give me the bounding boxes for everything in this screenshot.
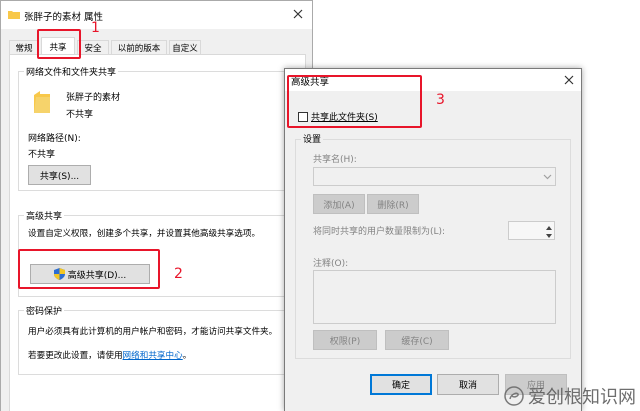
password-group bbox=[18, 310, 297, 375]
spinner-down-icon[interactable] bbox=[545, 232, 553, 238]
add-button[interactable]: 添加(A) bbox=[313, 194, 365, 214]
ok-button[interactable]: 确定 bbox=[370, 374, 432, 395]
password-change-prefix: 若要更改此设置，请使用 bbox=[28, 351, 123, 361]
tab-previous-versions[interactable]: 以前的版本 bbox=[111, 40, 167, 55]
folder-name: 张胖子的素材 bbox=[66, 93, 121, 103]
chevron-down-icon bbox=[543, 172, 552, 181]
watermark: 爱创根知识网 bbox=[504, 383, 636, 409]
network-path-value: 不共享 bbox=[28, 150, 56, 160]
cancel-button[interactable]: 取消 bbox=[437, 374, 499, 395]
annotation-box-2 bbox=[18, 249, 160, 289]
network-path-label: 网络路径(N): bbox=[28, 134, 81, 144]
annotation-box-1 bbox=[37, 29, 81, 59]
advanced-share-group-title: 高级共享 bbox=[24, 209, 65, 222]
sharing-panel: 网络文件和文件夹共享 张胖子的素材 不共享 网络路径(N): 不共享 共享(S)… bbox=[9, 54, 306, 411]
tab-customize[interactable]: 自定义 bbox=[169, 40, 201, 55]
password-change-text: 若要更改此设置，请使用网络和共享中心。 bbox=[28, 349, 191, 361]
comment-textarea[interactable] bbox=[313, 270, 556, 324]
user-limit-label: 将同时共享的用户数量限制为(L): bbox=[313, 227, 446, 237]
annotation-number-1: 1 bbox=[91, 20, 100, 36]
tab-general[interactable]: 常规 bbox=[9, 40, 39, 55]
properties-window: 张胖子的素材 属性 常规 共享 安全 以前的版本 自定义 网络文件和文件夹共享 … bbox=[0, 0, 313, 411]
password-group-title: 密码保护 bbox=[24, 304, 65, 317]
annotation-number-3: 3 bbox=[436, 92, 445, 108]
share-name-label: 共享名(H): bbox=[313, 155, 357, 165]
watermark-logo-icon bbox=[504, 386, 524, 406]
shared-folder-icon bbox=[34, 91, 50, 113]
tab-security[interactable]: 安全 bbox=[77, 40, 109, 55]
share-button[interactable]: 共享(S)... bbox=[28, 165, 91, 185]
network-share-group-title: 网络文件和文件夹共享 bbox=[24, 65, 119, 78]
comment-label: 注释(O): bbox=[313, 259, 349, 269]
settings-group-title: 设置 bbox=[301, 132, 324, 145]
folder-share-status: 不共享 bbox=[66, 110, 94, 120]
remove-button[interactable]: 删除(R) bbox=[367, 194, 419, 214]
folder-icon bbox=[8, 10, 20, 19]
properties-titlebar: 张胖子的素材 属性 bbox=[1, 1, 312, 29]
password-description: 用户必须具有此计算机的用户帐户和密码，才能访问共享文件夹。 bbox=[28, 327, 278, 337]
share-name-dropdown[interactable] bbox=[313, 167, 556, 186]
watermark-text: 爱创根知识网 bbox=[528, 387, 636, 408]
network-sharing-center-link[interactable]: 网络和共享中心 bbox=[123, 351, 183, 361]
spinner-up-icon[interactable] bbox=[545, 224, 553, 230]
close-icon[interactable] bbox=[562, 73, 576, 87]
close-icon[interactable] bbox=[291, 7, 305, 21]
advanced-share-description: 设置自定义权限，创建多个共享，并设置其他高级共享选项。 bbox=[28, 229, 261, 239]
user-limit-spinner[interactable] bbox=[508, 221, 555, 240]
cache-button[interactable]: 缓存(C) bbox=[385, 330, 449, 350]
password-change-suffix: 。 bbox=[182, 351, 192, 361]
annotation-number-2: 2 bbox=[174, 266, 183, 282]
annotation-box-3 bbox=[287, 75, 422, 128]
permissions-button[interactable]: 权限(P) bbox=[313, 330, 377, 350]
